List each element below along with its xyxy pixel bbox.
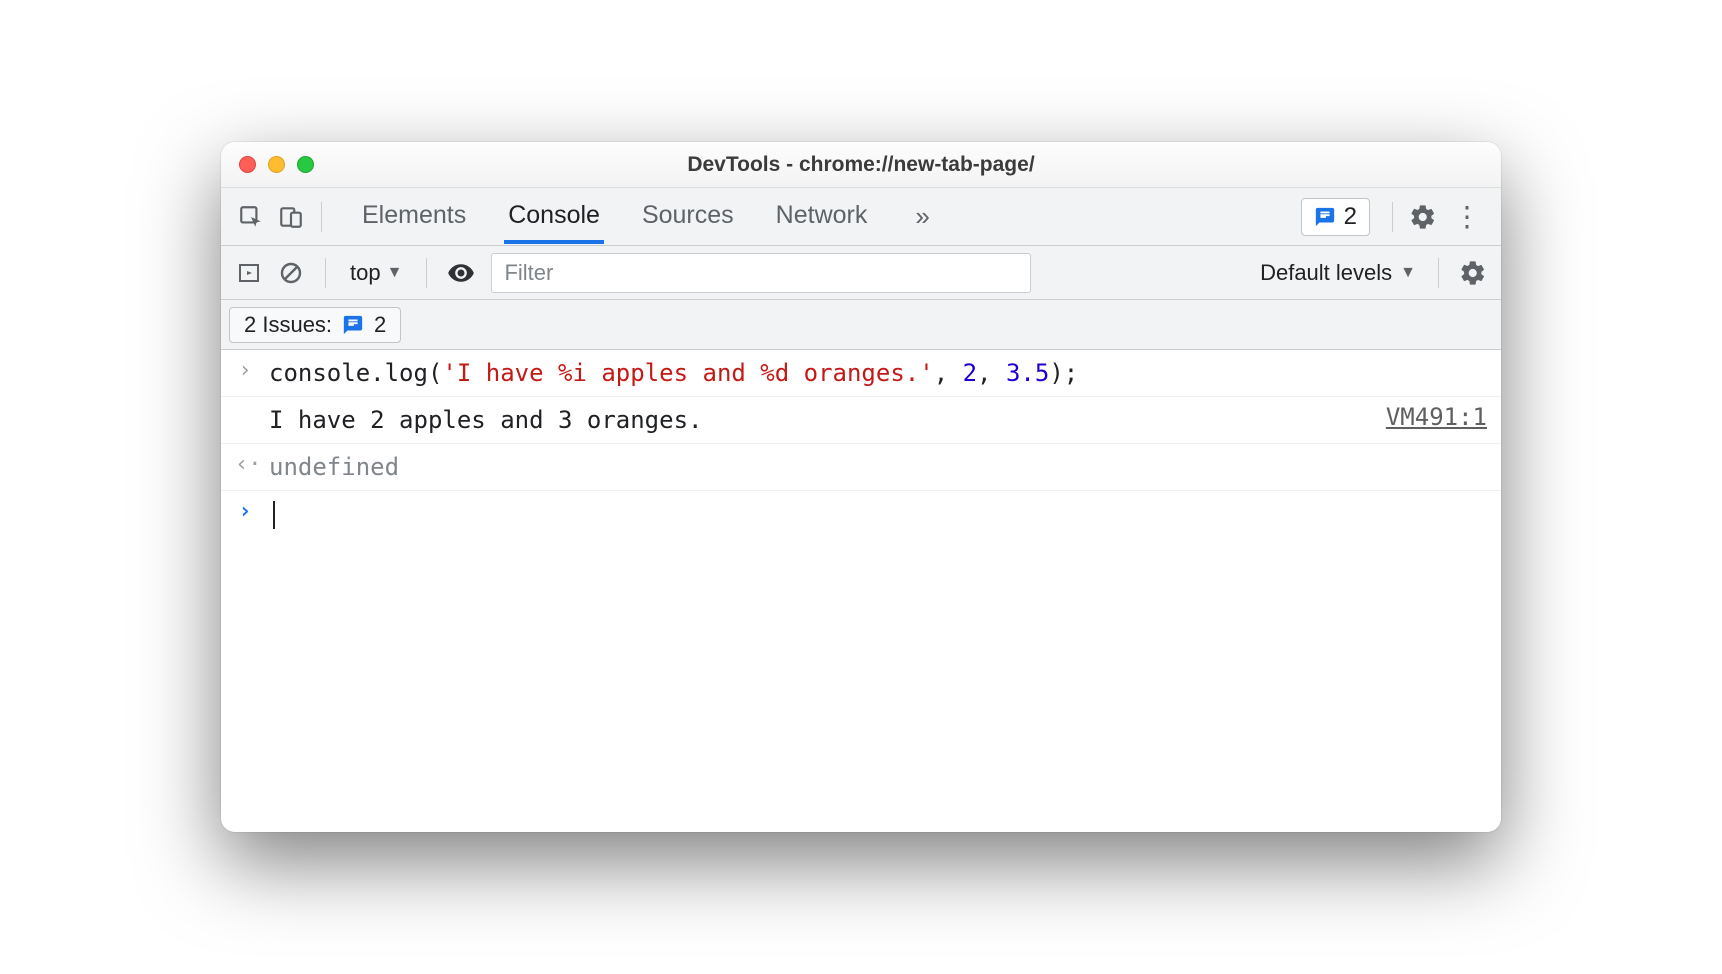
execution-context-selector[interactable]: top ▼ (342, 260, 410, 286)
return-marker-icon: ‹· (235, 450, 255, 480)
zoom-window-button[interactable] (297, 156, 314, 173)
live-expression-icon[interactable] (443, 255, 479, 291)
prompt-marker-icon: › (235, 497, 255, 527)
console-settings-button[interactable] (1455, 255, 1491, 291)
chevron-down-icon: ▼ (387, 264, 403, 282)
gear-icon (1459, 259, 1487, 287)
more-tabs-button[interactable]: » (905, 201, 939, 232)
settings-button[interactable] (1403, 197, 1443, 237)
token-number: 2 (963, 359, 977, 387)
tab-sources[interactable]: Sources (638, 189, 738, 244)
console-command: console.log('I have %i apples and %d ora… (269, 356, 1487, 390)
titlebar: DevTools - chrome://new-tab-page/ (221, 142, 1501, 188)
console-output: › console.log('I have %i apples and %d o… (221, 350, 1501, 832)
token-punc: ); (1049, 359, 1078, 387)
gear-icon (1409, 203, 1437, 231)
divider (325, 258, 326, 288)
inspect-element-icon[interactable] (231, 197, 271, 237)
console-input-row: › console.log('I have %i apples and %d o… (221, 350, 1501, 397)
chat-icon (1314, 206, 1336, 228)
token-string: 'I have %i apples and %d oranges.' (442, 359, 933, 387)
levels-label: Default levels (1260, 260, 1392, 286)
chevron-down-icon: ▼ (1400, 264, 1416, 282)
chat-icon (342, 314, 364, 336)
divider (1392, 202, 1393, 232)
token-number: 3.5 (1006, 359, 1049, 387)
token-punc: ( (428, 359, 442, 387)
more-options-button[interactable]: ⋮ (1443, 200, 1491, 233)
issues-chip[interactable]: 2 Issues: 2 (229, 307, 401, 343)
issues-chip-count: 2 (374, 312, 386, 338)
source-link[interactable]: VM491:1 (1386, 403, 1487, 431)
token-punc: , (977, 359, 1006, 387)
tab-elements[interactable]: Elements (358, 189, 470, 244)
divider (426, 258, 427, 288)
token-punc: , (934, 359, 963, 387)
tab-network[interactable]: Network (772, 189, 872, 244)
issues-subbar: 2 Issues: 2 (221, 300, 1501, 350)
input-marker-icon: › (235, 356, 255, 386)
divider (1438, 258, 1439, 288)
toggle-console-sidebar-icon[interactable] (231, 255, 267, 291)
console-prompt-row[interactable]: › (221, 491, 1501, 537)
filter-input[interactable] (491, 253, 1031, 293)
return-value: undefined (269, 450, 1487, 484)
issues-counter[interactable]: 2 (1301, 198, 1370, 236)
traffic-lights (221, 156, 314, 173)
minimize-window-button[interactable] (268, 156, 285, 173)
close-window-button[interactable] (239, 156, 256, 173)
console-output-row: I have 2 apples and 3 oranges. VM491:1 (221, 397, 1501, 444)
devtools-window: DevTools - chrome://new-tab-page/ Elemen… (221, 142, 1501, 832)
issues-counter-count: 2 (1344, 203, 1357, 231)
text-cursor (273, 501, 275, 529)
tab-console[interactable]: Console (504, 189, 604, 244)
device-toolbar-icon[interactable] (271, 197, 311, 237)
console-prompt[interactable] (269, 497, 1487, 531)
panel-tabs: Elements Console Sources Network » (332, 189, 966, 244)
token-call: console.log (269, 359, 428, 387)
divider (321, 202, 322, 232)
console-return-row: ‹· undefined (221, 444, 1501, 491)
console-output-text: I have 2 apples and 3 oranges. (269, 403, 1352, 437)
main-tabbar: Elements Console Sources Network » 2 ⋮ (221, 188, 1501, 246)
issues-label: 2 Issues: (244, 312, 332, 338)
context-label: top (350, 260, 381, 286)
console-toolbar: top ▼ Default levels ▼ (221, 246, 1501, 300)
log-levels-selector[interactable]: Default levels ▼ (1254, 260, 1422, 286)
clear-console-icon[interactable] (273, 255, 309, 291)
window-title: DevTools - chrome://new-tab-page/ (221, 153, 1501, 177)
